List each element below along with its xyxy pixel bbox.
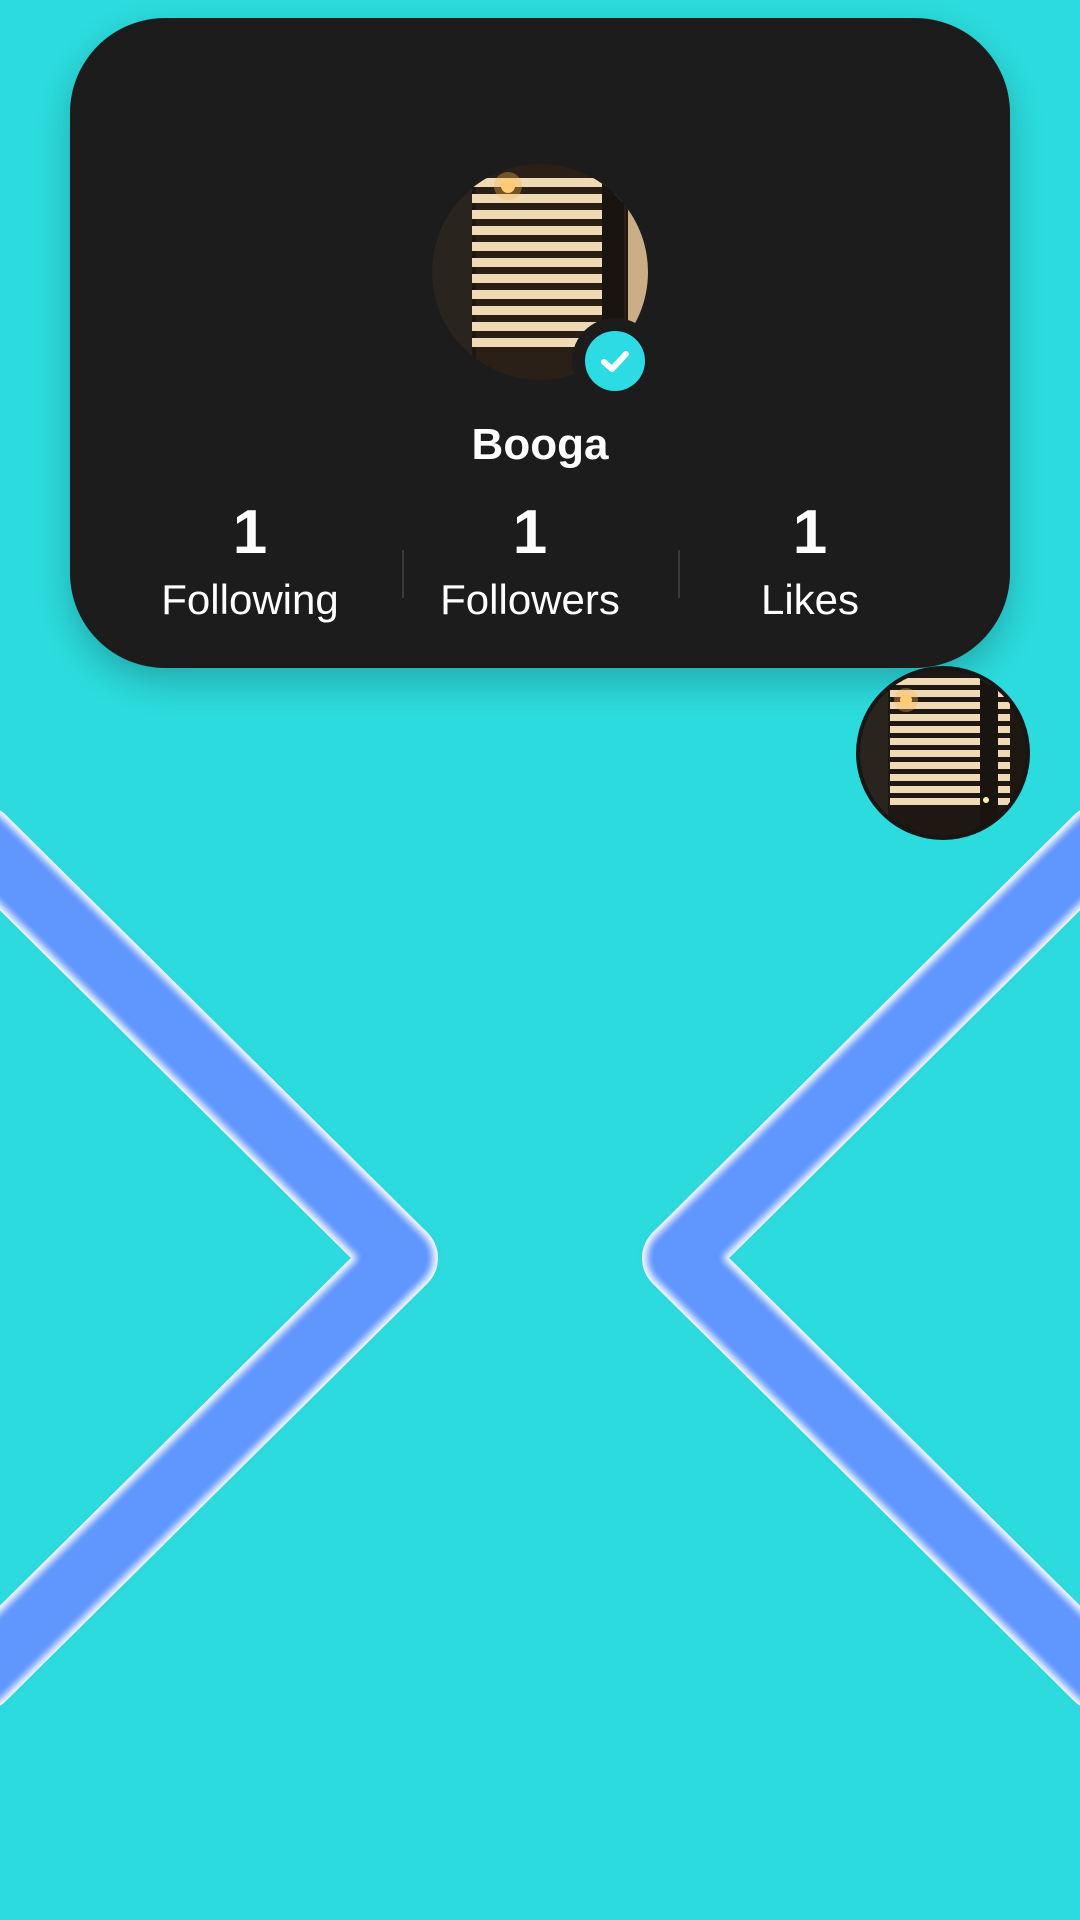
screen: Booga 1 Following 1 Followers 1 Likes bbox=[0, 0, 1080, 1920]
followers-count: 1 bbox=[512, 498, 548, 567]
likes-label: Likes bbox=[760, 576, 860, 623]
check-icon bbox=[601, 351, 629, 372]
followers-label: Followers bbox=[440, 576, 620, 623]
following-stat[interactable]: 1 Following bbox=[120, 498, 380, 630]
left-chevron bbox=[0, 810, 438, 1706]
profile-stats: 1 Following 1 Followers 1 Likes bbox=[70, 498, 1010, 638]
likes-count: 1 bbox=[792, 498, 828, 567]
likes-stat[interactable]: 1 Likes bbox=[680, 498, 940, 630]
profile-card: Booga 1 Following 1 Followers 1 Likes bbox=[70, 18, 1010, 668]
right-chevron bbox=[642, 810, 1080, 1706]
verified-badge bbox=[572, 318, 658, 404]
floating-avatar-photo bbox=[860, 670, 1026, 836]
following-count: 1 bbox=[232, 498, 268, 567]
followers-stat[interactable]: 1 Followers bbox=[400, 498, 660, 630]
following-label: Following bbox=[161, 576, 339, 623]
floating-avatar[interactable] bbox=[856, 666, 1030, 840]
username: Booga bbox=[471, 420, 609, 469]
